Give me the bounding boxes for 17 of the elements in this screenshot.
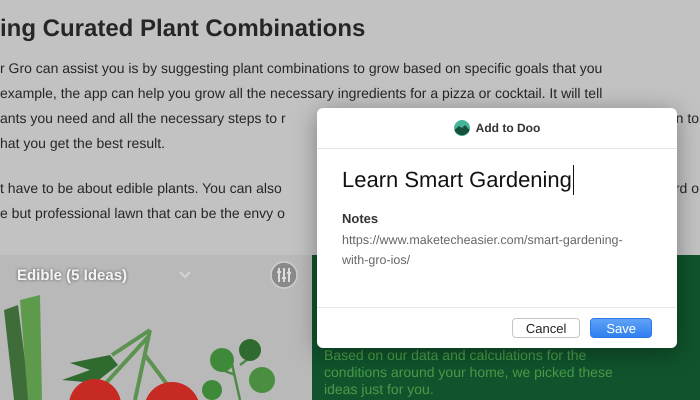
recommendation-text: Based on our data and calculations for the conditions around your home, we picked these ideas just for you. (324, 347, 614, 398)
app-logo-icon (454, 120, 470, 136)
dialog-title: Add to Doo (476, 121, 540, 135)
sliders-icon[interactable] (270, 261, 298, 289)
notes-label: Notes (342, 211, 380, 226)
paragraph-line: ants you need and all the necessary steps to r (0, 109, 286, 128)
paragraph-line: e but professional lawn that can be the envy o (0, 204, 285, 223)
article-heading: ing Curated Plant Combinations (0, 14, 366, 44)
paragraph-line: r Gro can assist you is by suggesting plant combinations to grow based on specific goals that you (0, 59, 602, 78)
paragraph-line: t have to be about edible plants. You can also (0, 179, 282, 198)
paragraph-line: example, the app can help you grow all the necessary ingredients for a pizza or cocktail. It will tell (0, 84, 602, 103)
task-title-field[interactable]: Learn Smart Gardening (342, 165, 574, 195)
paragraph-line: hat you get the best result. (0, 134, 165, 153)
save-button[interactable]: Save (590, 318, 652, 338)
notes-field[interactable]: https://www.maketecheasier.com/smart-gardening-with-gro-ios/ (342, 230, 632, 270)
chevron-down-icon[interactable] (179, 271, 192, 279)
cancel-button[interactable]: Cancel (512, 318, 580, 338)
